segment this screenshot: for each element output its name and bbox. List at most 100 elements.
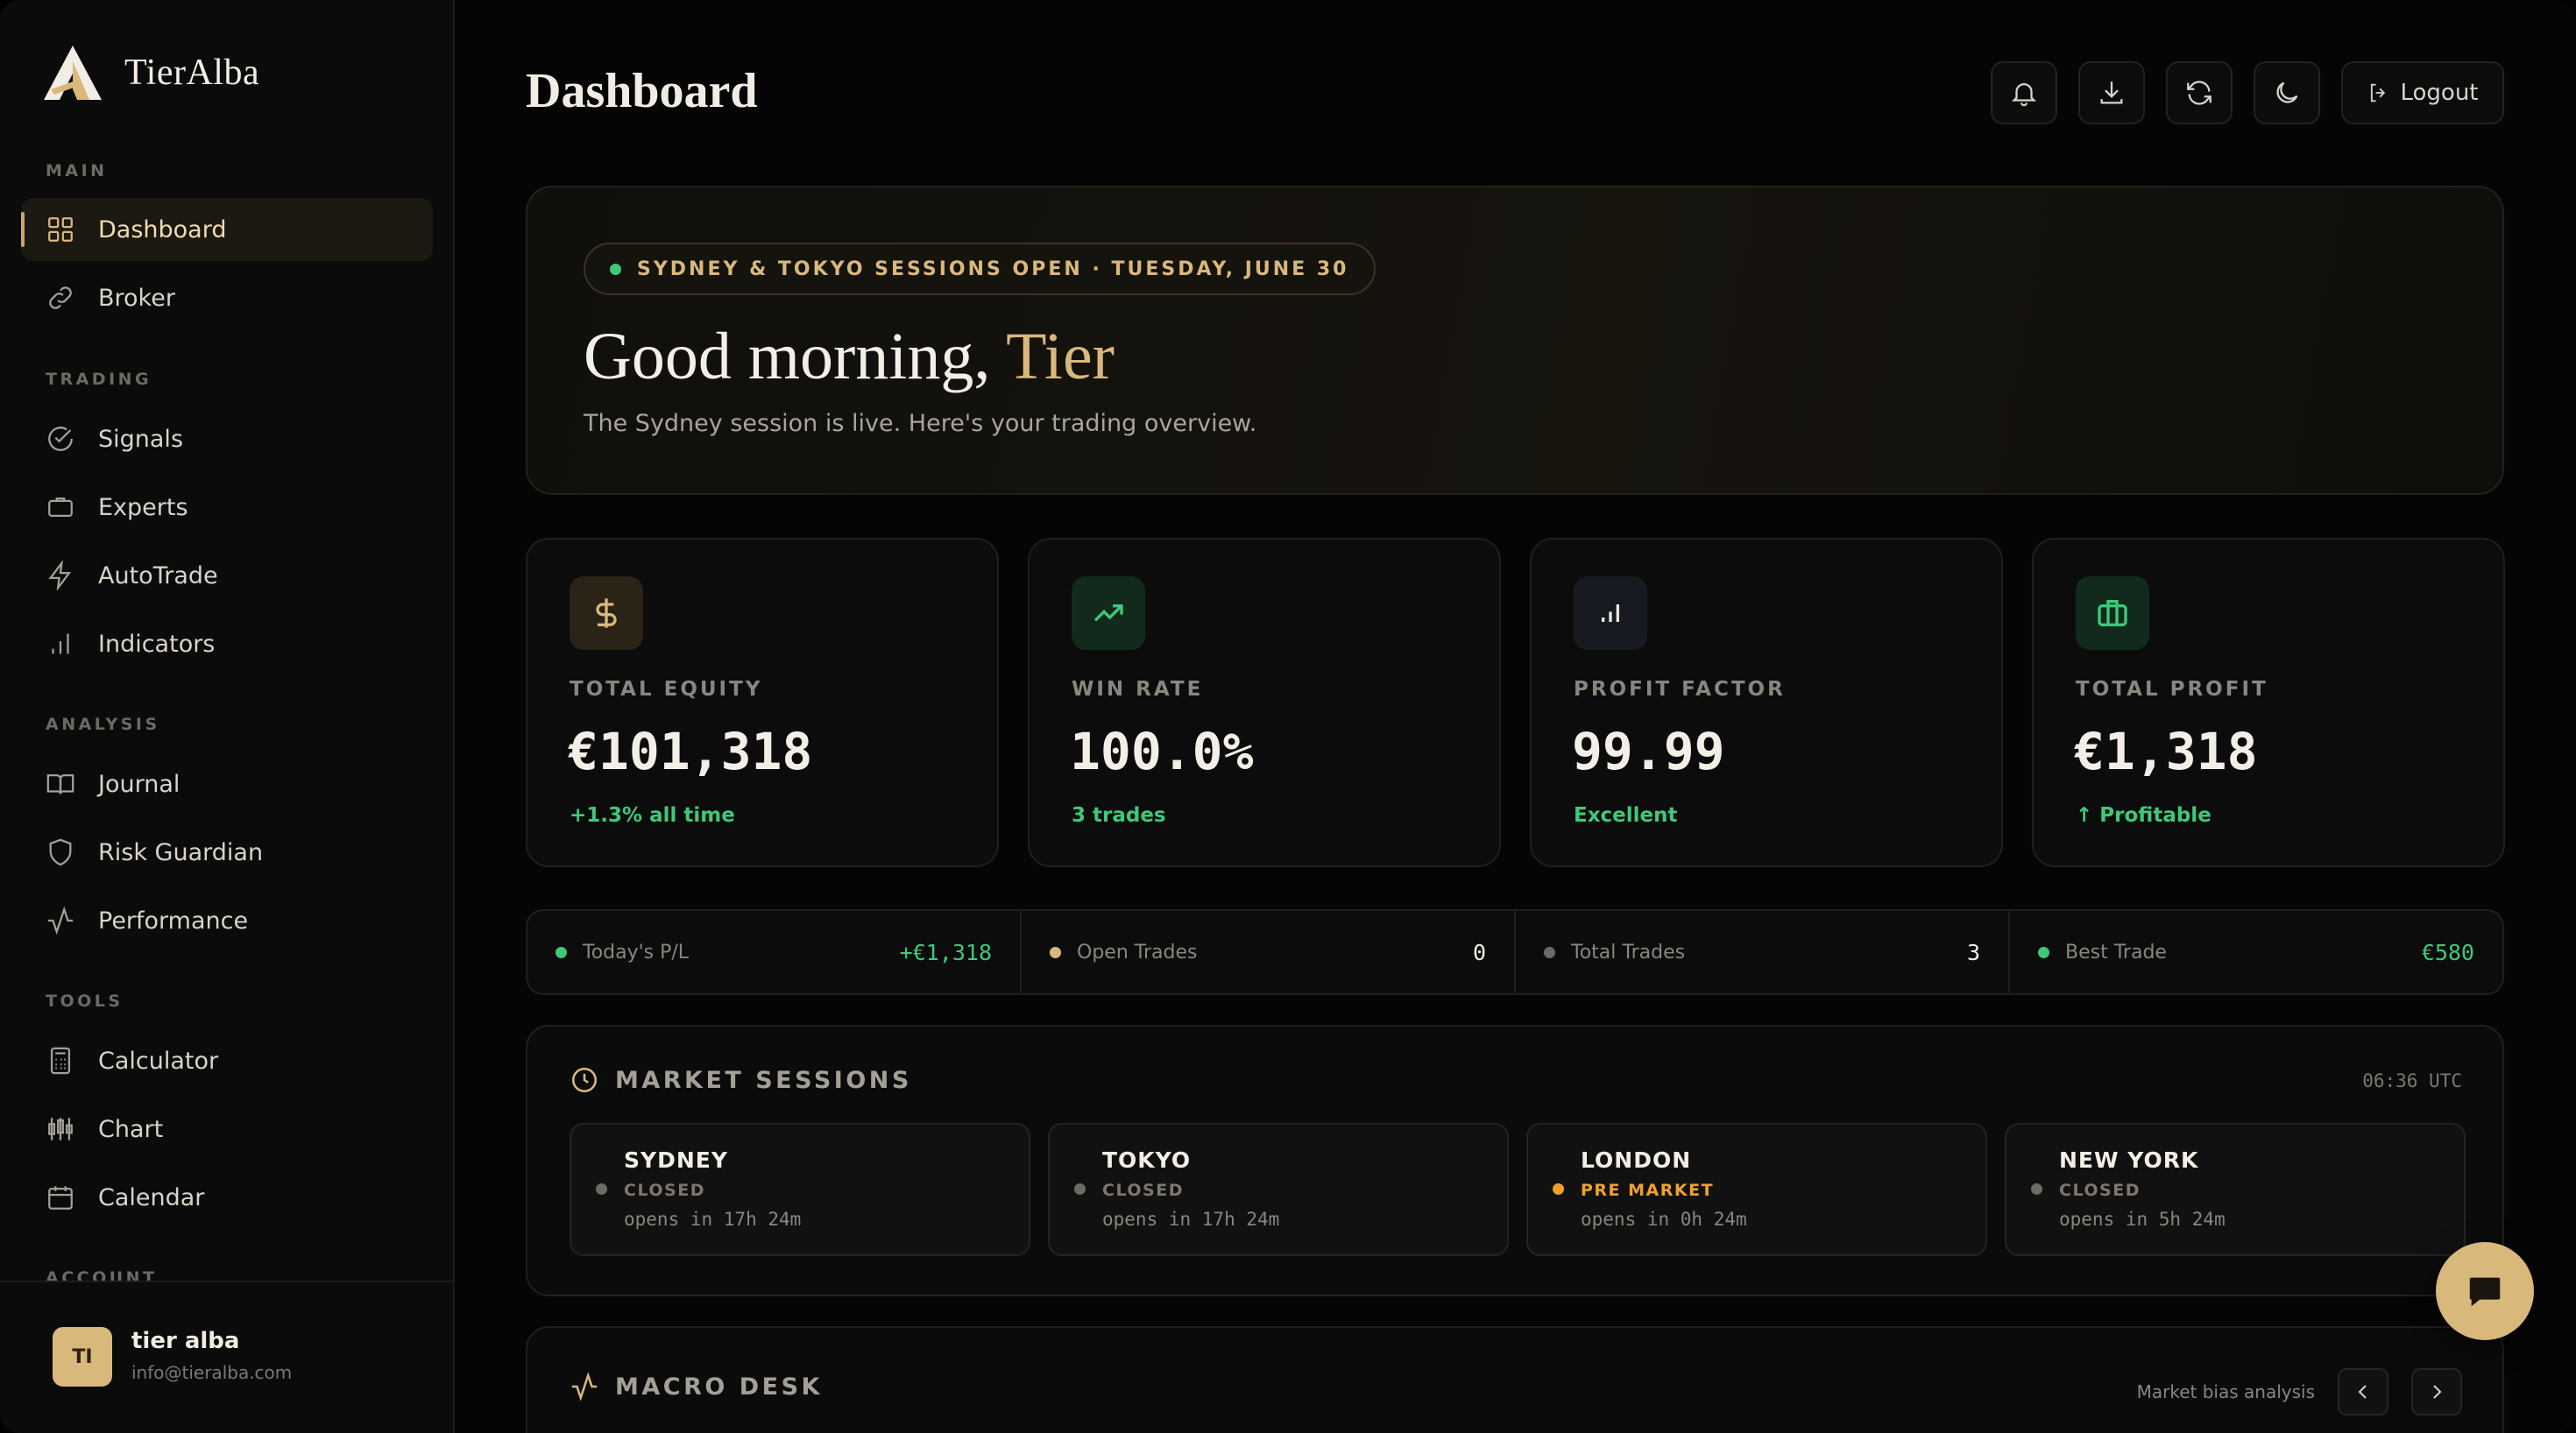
session-city: SYDNEY xyxy=(624,1147,728,1173)
stat-icon-box xyxy=(570,576,643,650)
sidebar-item-autotrade[interactable]: AutoTrade xyxy=(21,544,433,607)
user-email: info@tieralba.com xyxy=(131,1362,293,1383)
grid-icon xyxy=(48,217,73,242)
brand-logo[interactable]: TierAlba xyxy=(42,44,259,102)
panel-title: MARKET SESSIONS xyxy=(615,1066,912,1094)
download-button[interactable] xyxy=(2078,61,2145,124)
stat-value: 99.99 xyxy=(1572,722,1725,781)
sidebar-item-calendar[interactable]: Calendar xyxy=(21,1166,433,1229)
tieralba-logo-icon xyxy=(44,46,102,100)
chevron-left-icon xyxy=(2358,1385,2367,1399)
stat-card-total-equity: TOTAL EQUITY €101,318 +1.3% all time xyxy=(526,538,999,867)
sidebar-item-label: Risk Guardian xyxy=(98,838,264,866)
page-title: Dashboard xyxy=(526,64,758,118)
stat-icon-box xyxy=(2076,576,2149,650)
stat-card-win-rate: WIN RATE 100.0% 3 trades xyxy=(1028,538,1501,867)
briefcase-icon xyxy=(48,497,73,518)
sidebar-item-dashboard[interactable]: Dashboard xyxy=(21,198,433,261)
logout-icon xyxy=(2371,83,2386,102)
stat-sub: ↑ Profitable xyxy=(2076,804,2212,827)
sidebar-item-label: Broker xyxy=(98,284,175,312)
bar-chart-icon xyxy=(1602,604,1619,622)
live-status-dot xyxy=(610,263,621,275)
welcome-hero: SYDNEY & TOKYO SESSIONS OPEN · TUESDAY, … xyxy=(526,186,2504,495)
panel-title: MACRO DESK xyxy=(615,1373,823,1401)
sidebar-item-performance[interactable]: Performance xyxy=(21,889,433,952)
status-dot xyxy=(556,946,567,958)
session-city: LONDON xyxy=(1581,1147,1692,1173)
session-city: TOKYO xyxy=(1102,1147,1192,1173)
session-status-dot xyxy=(596,1183,607,1195)
session-status-badge: SYDNEY & TOKYO SESSIONS OPEN · TUESDAY, … xyxy=(584,243,1376,295)
stat-value: €1,318 xyxy=(2074,722,2258,781)
section-label-main: MAIN xyxy=(46,161,108,180)
next-button[interactable] xyxy=(2411,1368,2462,1415)
sidebar-item-label: Dashboard xyxy=(98,215,227,244)
session-status-dot xyxy=(2031,1183,2042,1195)
greeting-name: Tier xyxy=(1006,320,1115,393)
stat-label: PROFIT FACTOR xyxy=(1574,678,1786,701)
sidebar-item-indicators[interactable]: Indicators xyxy=(21,612,433,675)
section-label-tools: TOOLS xyxy=(46,992,124,1011)
stat-label: TOTAL EQUITY xyxy=(570,678,763,701)
quick-stat-label: Best Trade xyxy=(2065,941,2167,964)
brand-name: TierAlba xyxy=(124,53,260,93)
hero-subtitle: The Sydney session is live. Here's your … xyxy=(584,410,1257,437)
session-status: CLOSED xyxy=(2059,1181,2141,1200)
sidebar-item-label: AutoTrade xyxy=(98,561,218,589)
session-city: NEW YORK xyxy=(2059,1147,2199,1173)
quick-stat-label: Total Trades xyxy=(1571,941,1686,964)
sidebar-item-risk-guardian[interactable]: Risk Guardian xyxy=(21,821,433,884)
logout-label: Logout xyxy=(2400,80,2479,106)
session-countdown: opens in 17h 24m xyxy=(1102,1209,1280,1230)
moon-icon xyxy=(2276,81,2298,103)
quick-stats-bar: Today's P/L +€1,318 Open Trades 0 Total … xyxy=(526,909,2504,995)
activity-icon xyxy=(47,906,74,935)
quick-stat-best-trade: Best Trade €580 xyxy=(2010,911,2502,993)
sidebar-item-signals[interactable]: Signals xyxy=(21,407,433,470)
greeting-prefix: Good morning, xyxy=(584,320,991,393)
theme-toggle-button[interactable] xyxy=(2254,61,2320,124)
sidebar-item-label: Calendar xyxy=(98,1183,205,1211)
sidebar-item-chart[interactable]: Chart xyxy=(21,1098,433,1161)
refresh-button[interactable] xyxy=(2166,61,2233,124)
utc-clock: 06:36 UTC xyxy=(2362,1070,2462,1091)
quick-stat-total-trades: Total Trades 3 xyxy=(1516,911,2010,993)
sidebar-item-label: Signals xyxy=(98,425,184,453)
sidebar-item-broker[interactable]: Broker xyxy=(21,266,433,329)
logout-button[interactable]: Logout xyxy=(2341,61,2504,124)
stat-sub: 3 trades xyxy=(1072,804,1166,827)
chat-button[interactable] xyxy=(2436,1242,2534,1340)
candlestick-icon xyxy=(48,1118,73,1140)
user-profile[interactable]: TI tier alba info@tieralba.com xyxy=(0,1281,453,1433)
book-icon xyxy=(46,773,74,794)
sidebar-item-label: Experts xyxy=(98,493,188,521)
stat-card-profit-factor: PROFIT FACTOR 99.99 Excellent xyxy=(1530,538,2003,867)
session-countdown: opens in 17h 24m xyxy=(624,1209,802,1230)
sidebar-item-calculator[interactable]: Calculator xyxy=(21,1029,433,1092)
section-label-trading: TRADING xyxy=(46,370,152,389)
quick-stat-value: +€1,318 xyxy=(899,939,992,965)
session-countdown: opens in 0h 24m xyxy=(1581,1209,1747,1230)
macro-desk-panel: MACRO DESK Market bias analysis xyxy=(526,1326,2504,1433)
section-label-analysis: ANALYSIS xyxy=(46,715,160,734)
status-dot xyxy=(1544,946,1555,958)
stat-icon-box xyxy=(1072,576,1145,650)
quick-stat-label: Today's P/L xyxy=(583,941,690,964)
notifications-button[interactable] xyxy=(1991,61,2057,124)
chevron-right-icon xyxy=(2433,1385,2442,1399)
avatar: TI xyxy=(53,1327,112,1387)
download-icon xyxy=(2100,81,2123,104)
market-sessions-panel: MARKET SESSIONS 06:36 UTC SYDNEY CLOSED … xyxy=(526,1025,2504,1296)
dollar-icon xyxy=(596,598,617,628)
session-status: CLOSED xyxy=(624,1181,705,1200)
sidebar-item-experts[interactable]: Experts xyxy=(21,476,433,539)
macro-desk-controls: Market bias analysis xyxy=(2137,1368,2462,1415)
panel-header: MACRO DESK xyxy=(570,1372,823,1401)
sidebar-item-journal[interactable]: Journal xyxy=(21,752,433,815)
stat-label: WIN RATE xyxy=(1072,678,1204,701)
stat-card-total-profit: TOTAL PROFIT €1,318 ↑ Profitable xyxy=(2032,538,2505,867)
previous-button[interactable] xyxy=(2338,1368,2388,1415)
status-dot xyxy=(1050,946,1061,958)
panel-header: MARKET SESSIONS xyxy=(570,1065,912,1095)
